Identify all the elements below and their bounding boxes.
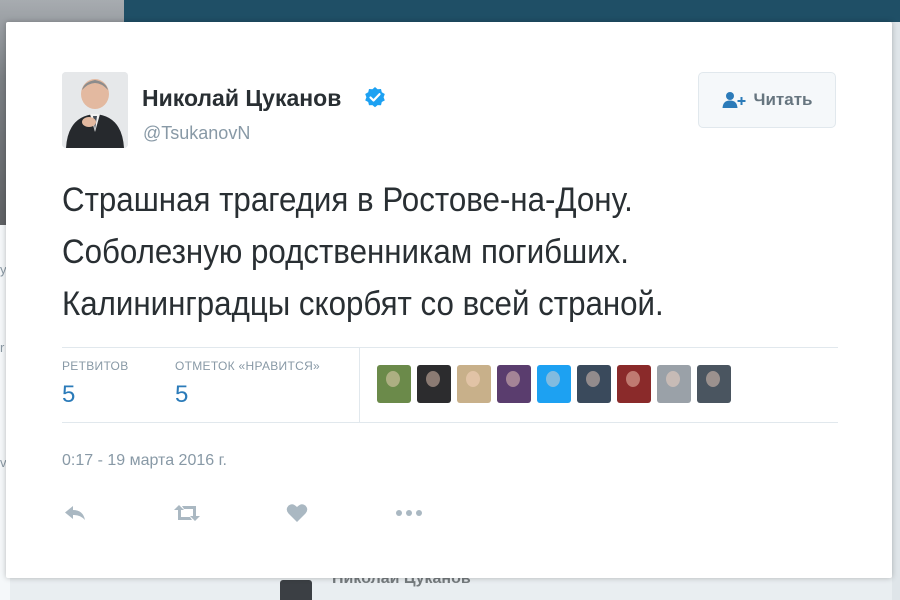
- liker-avatar[interactable]: [577, 365, 611, 403]
- likes-label: ОТМЕТОК «НРАВИТСЯ»: [175, 359, 321, 373]
- tweet-card: Николай Цуканов @TsukanovN Читать Страшн…: [6, 22, 892, 578]
- stats-divider-top: [62, 347, 838, 348]
- tweet-text-line: Калининградцы скорбят со всей страной.: [62, 285, 664, 323]
- tweet-timestamp[interactable]: 0:17 - 19 марта 2016 г.: [62, 452, 227, 470]
- like-count-stat[interactable]: ОТМЕТОК «НРАВИТСЯ» 5: [175, 358, 320, 410]
- tweet-text: Страшная трагедия в Ростове-на-Дону. Соб…: [62, 174, 798, 330]
- like-button[interactable]: [282, 500, 312, 526]
- add-user-icon: [722, 92, 746, 108]
- like-icon: [286, 504, 308, 522]
- reply-button[interactable]: [60, 500, 90, 526]
- retweet-count-stat[interactable]: РЕТВИТОВ 5: [62, 358, 129, 410]
- follow-button-label: Читать: [753, 90, 813, 109]
- background-tweet-author: Николай Цуканов: [332, 578, 471, 587]
- background-right-column: [892, 22, 900, 600]
- liker-avatar[interactable]: [697, 365, 731, 403]
- stats-separator: [359, 347, 360, 422]
- user-handle[interactable]: @TsukanovN: [143, 122, 250, 144]
- stats-divider-bottom: [62, 422, 838, 423]
- retweets-count: 5: [62, 381, 76, 408]
- liker-avatar[interactable]: [417, 365, 451, 403]
- likes-count: 5: [175, 381, 189, 408]
- retweets-label: РЕТВИТОВ: [62, 359, 129, 373]
- liker-avatar[interactable]: [617, 365, 651, 403]
- avatar[interactable]: [62, 72, 128, 148]
- tweet-text-line: Соболезную родственникам погибших.: [62, 233, 629, 271]
- page-header-bar: [0, 0, 900, 22]
- follow-button[interactable]: Читать: [698, 72, 836, 128]
- reply-icon: [65, 506, 85, 520]
- liker-avatar[interactable]: [457, 365, 491, 403]
- liker-avatars: [377, 365, 731, 405]
- user-name[interactable]: Николай Цуканов: [142, 84, 341, 112]
- liker-avatar[interactable]: [497, 365, 531, 403]
- background-text-fragment: r: [0, 340, 5, 355]
- more-button[interactable]: [394, 500, 424, 526]
- more-icon: [396, 510, 422, 516]
- tweet-text-line: Страшная трагедия в Ростове-на-Дону.: [62, 181, 633, 219]
- liker-avatar[interactable]: [377, 365, 411, 403]
- background-avatar: [280, 580, 312, 600]
- liker-avatar[interactable]: [657, 365, 691, 403]
- avatar-image: [62, 72, 128, 148]
- liker-avatar[interactable]: [537, 365, 571, 403]
- background-next-tweet: Николай Цуканов: [250, 578, 670, 600]
- retweet-button[interactable]: [172, 500, 202, 526]
- retweet-icon: [174, 505, 200, 521]
- verified-badge-icon: [365, 87, 385, 108]
